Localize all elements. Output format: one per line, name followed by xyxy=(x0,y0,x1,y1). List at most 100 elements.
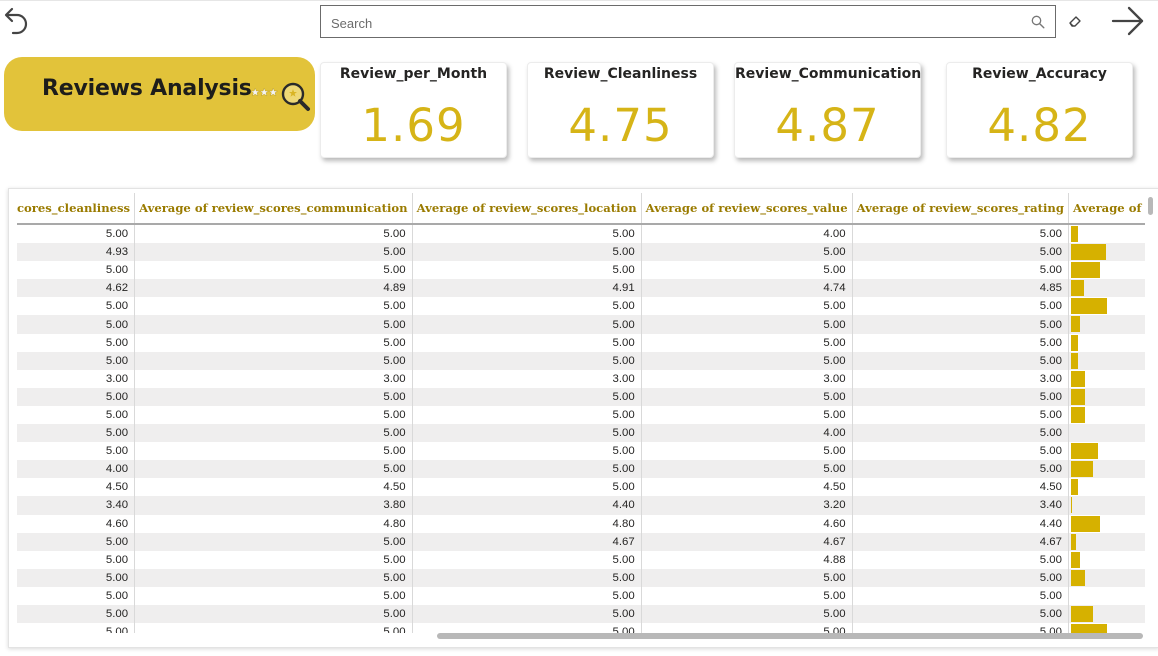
kpi-card-label: Review_Cleanliness xyxy=(543,66,698,82)
kpi-card-review-cleanliness: Review_Cleanliness 4.75 xyxy=(527,62,714,158)
table-cell: 3.40 xyxy=(852,496,1069,515)
table-row[interactable]: 5.005.005.005.005.003.75 xyxy=(17,442,1145,461)
top-divider xyxy=(0,0,1158,1)
table-cell: 3.00 xyxy=(852,369,1069,388)
reviews-per-month-cell: 3.00 xyxy=(1068,460,1145,479)
table-cell: 4.00 xyxy=(641,224,853,244)
table-cell: 5.00 xyxy=(641,243,853,262)
table-row[interactable]: 5.005.005.004.885.001.25 xyxy=(17,550,1145,569)
table-cell: 5.00 xyxy=(412,224,642,244)
reviews-per-month-cell: 5.00 xyxy=(1068,297,1145,316)
table-cell: 4.67 xyxy=(412,532,642,551)
table-cell: 5.00 xyxy=(17,623,136,633)
table-cell-value: 5.00 xyxy=(1069,300,1145,312)
reviews-per-month-cell: 2.00 xyxy=(1068,387,1145,406)
vertical-scrollbar[interactable] xyxy=(1148,197,1153,215)
table-row[interactable]: 5.005.005.005.005.002.00 xyxy=(17,387,1145,406)
search-box[interactable] xyxy=(320,5,1056,38)
reviews-per-month-cell: 0.00 xyxy=(1068,424,1145,443)
table-cell: 4.50 xyxy=(17,478,136,497)
table-row[interactable]: 4.005.005.005.005.003.00 xyxy=(17,460,1145,479)
table-cell: 5.00 xyxy=(17,586,136,605)
table-row[interactable]: 5.005.005.004.005.000.00 xyxy=(17,424,1145,443)
table-row[interactable]: 5.005.005.005.005.001.00 xyxy=(17,351,1145,370)
table-cell: 3.00 xyxy=(134,369,413,388)
column-header[interactable]: Average of review_scores_location xyxy=(412,193,642,225)
table-row[interactable]: 3.003.003.003.003.002.00 xyxy=(17,369,1145,388)
table-row[interactable]: 3.403.804.403.203.400.20 xyxy=(17,496,1145,515)
table-cell: 4.74 xyxy=(641,279,853,298)
table-row[interactable]: 5.005.005.005.005.003.00 xyxy=(17,604,1145,624)
table-cell: 5.00 xyxy=(641,297,853,316)
table-row[interactable]: 4.624.894.914.744.851.75 xyxy=(17,279,1145,298)
table-cell: 5.00 xyxy=(852,550,1069,569)
reviews-table: cores_cleanliness Average of review_scor… xyxy=(17,193,1145,633)
table-cell: 5.00 xyxy=(641,351,853,370)
table-row[interactable]: 4.504.505.004.504.501.00 xyxy=(17,478,1145,497)
column-header[interactable]: Average of reviews_per_month xyxy=(1068,193,1145,225)
table-row[interactable]: 5.005.005.005.005.005.00 xyxy=(17,623,1145,633)
table-row[interactable]: 5.005.005.005.005.004.00 xyxy=(17,261,1145,280)
table-row[interactable]: 5.005.005.005.005.002.00 xyxy=(17,568,1145,587)
column-header[interactable]: Average of review_scores_rating xyxy=(852,193,1069,225)
search-icon[interactable] xyxy=(1031,15,1045,29)
table-cell-value: 2.00 xyxy=(1069,572,1145,584)
table-cell: 5.00 xyxy=(412,405,642,425)
table-cell: 5.00 xyxy=(134,550,413,569)
right-arrow-icon[interactable] xyxy=(1108,3,1148,39)
column-header[interactable]: Average of review_scores_value xyxy=(641,193,853,225)
table-header-row: cores_cleanliness Average of review_scor… xyxy=(17,193,1145,225)
table-row[interactable]: 5.005.005.005.005.002.00 xyxy=(17,405,1145,425)
table-row[interactable]: 4.604.804.804.604.404.00 xyxy=(17,514,1145,533)
table-row[interactable]: 5.005.005.005.005.005.00 xyxy=(17,297,1145,316)
table-cell: 5.00 xyxy=(852,623,1069,633)
table-row[interactable]: 4.935.005.005.005.004.87 xyxy=(17,243,1145,262)
column-header[interactable]: cores_cleanliness xyxy=(17,193,136,225)
eraser-icon-graphic xyxy=(1069,16,1081,27)
table-cell-value: 2.00 xyxy=(1069,409,1145,421)
table-cell: 5.00 xyxy=(134,387,413,406)
horizontal-scrollbar[interactable] xyxy=(437,633,1143,639)
table-cell: 5.00 xyxy=(852,586,1069,605)
table-cell: 3.20 xyxy=(641,496,853,515)
table-cell: 5.00 xyxy=(17,261,136,280)
table-cell: 5.00 xyxy=(641,604,853,624)
eraser-icon[interactable] xyxy=(1064,10,1086,32)
table-row[interactable]: 5.005.005.005.005.000.00 xyxy=(17,586,1145,605)
table-cell-value: 1.00 xyxy=(1069,481,1145,493)
table-cell: 5.00 xyxy=(17,315,136,334)
table-cell: 5.00 xyxy=(412,315,642,334)
table-cell: 4.60 xyxy=(641,514,853,533)
table-cell: 5.00 xyxy=(412,387,642,406)
table-cell-value: 1.75 xyxy=(1069,282,1145,294)
table-cell: 5.00 xyxy=(412,623,642,633)
table-cell: 5.00 xyxy=(134,261,413,280)
table-cell: 5.00 xyxy=(852,333,1069,352)
table-row[interactable]: 5.005.005.005.005.001.00 xyxy=(17,333,1145,352)
table-row[interactable]: 5.005.005.004.005.001.00 xyxy=(17,224,1145,244)
reviews-per-month-cell: 0.00 xyxy=(1068,586,1145,605)
right-arrow-icon-graphic xyxy=(1111,6,1144,36)
kpi-card-value: 4.82 xyxy=(987,99,1092,152)
table-cell: 5.00 xyxy=(17,224,136,244)
kpi-card-value: 4.75 xyxy=(568,99,673,152)
table-cell: 5.00 xyxy=(852,351,1069,370)
table-cell: 4.88 xyxy=(641,550,853,569)
table-row[interactable]: 5.005.004.674.674.670.67 xyxy=(17,532,1145,551)
column-header[interactable]: Average of review_scores_communication xyxy=(134,193,413,225)
kpi-card-label: Review_Communication xyxy=(735,66,922,82)
table-cell-value: 2.00 xyxy=(1069,373,1145,385)
table-row[interactable]: 5.005.005.005.005.001.25 xyxy=(17,315,1145,334)
kpi-card-value: 1.69 xyxy=(361,99,466,152)
search-input[interactable] xyxy=(329,12,1023,34)
table-cell: 4.80 xyxy=(412,514,642,533)
kpi-card-review-accuracy: Review_Accuracy 4.82 xyxy=(946,62,1133,158)
table-cell: 5.00 xyxy=(852,460,1069,479)
table-cell-value: 0.67 xyxy=(1069,536,1145,548)
table-cell: 5.00 xyxy=(134,460,413,479)
reviews-table-viewport[interactable]: cores_cleanliness Average of review_scor… xyxy=(17,193,1145,633)
table-cell: 5.00 xyxy=(412,333,642,352)
undo-arrow-icon[interactable] xyxy=(2,4,32,36)
table-cell: 3.00 xyxy=(641,369,853,388)
table-cell: 5.00 xyxy=(134,224,413,244)
